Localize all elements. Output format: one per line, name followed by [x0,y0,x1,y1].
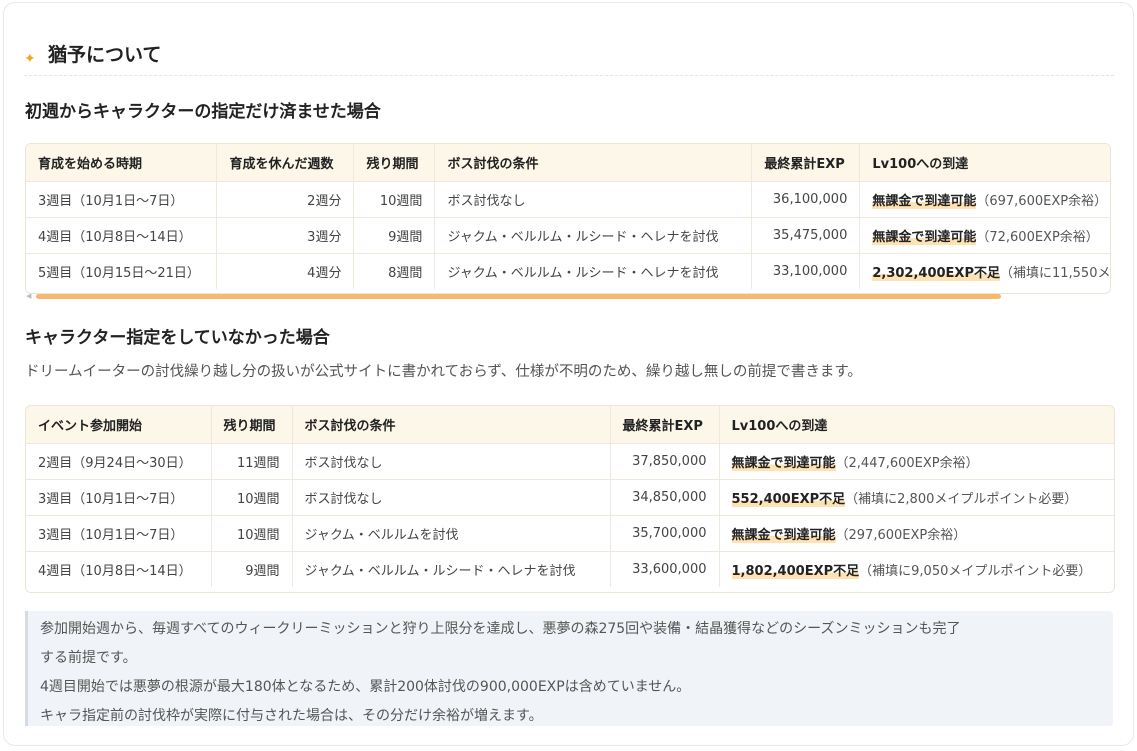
scroll-left-icon[interactable]: ◀ [26,292,31,300]
section-title: 猶予について [48,44,162,66]
cell-start: 3週目（10月1日〜7日） [26,515,212,552]
col-header: 育成を休んだ週数 [216,144,355,182]
case1-table: 育成を始める時期 育成を休んだ週数 残り期間 ボス討伐の条件 最終累計EXP L… [26,144,1111,289]
callout-line: キャラ指定前の討伐枠が実際に付与された場合は、その分だけ余裕が増えます。 [40,708,543,724]
cell-exp: 36,100,000 [751,181,861,218]
cell-boss: ジャクム・ベルルム・ルシード・ヘレナを討伐 [434,217,753,254]
reach-note: （2,447,600EXP余裕） [835,455,979,471]
table-row: 4週目（10月8日〜14日） 3週分 9週間 ジャクム・ベルルム・ルシード・ヘレ… [26,217,1110,254]
col-header: 残り期間 [353,144,436,182]
reach-status: 1,802,400EXP不足 [731,563,860,579]
cell-remain: 8週間 [353,253,436,289]
col-header: Lv100への到達 [719,406,1114,444]
cell-remain: 10週間 [353,181,436,218]
cell-exp: 33,100,000 [751,253,861,289]
col-header: イベント参加開始 [26,406,212,444]
cell-boss: ジャクム・ベルルムを討伐 [292,515,611,552]
cell-start: 3週目（10月1日〜7日） [26,181,218,218]
reach-status: 無課金で到達可能 [731,455,836,471]
cell-remain: 9週間 [211,551,293,587]
cell-reach: 無課金で到達可能（697,600EXP余裕） [859,181,1110,218]
cell-reach: 無課金で到達可能（72,600EXP余裕） [859,217,1110,254]
cell-rest: 3週分 [216,217,355,254]
callout-line: する前提です。 [40,650,137,666]
scrollbar-thumb[interactable] [36,294,1001,299]
case1-heading: 初週からキャラクターの指定だけ済ませた場合 [25,102,381,122]
cell-reach: 552,400EXP不足（補填に2,800メイプルポイント必要） [719,479,1114,516]
cell-reach: 1,802,400EXP不足（補填に9,050メイプルポイント必要） [719,551,1114,587]
reach-note: （補填に11,550メ [999,265,1111,281]
case2-table: イベント参加開始 残り期間 ボス討伐の条件 最終累計EXP Lv100への到達 … [26,406,1114,587]
cell-rest: 2週分 [216,181,355,218]
table-row: 2週目（9月24日〜30日） 11週間 ボス討伐なし 37,850,000 無課… [26,443,1114,480]
cell-exp: 35,700,000 [610,515,720,552]
case2-description: ドリームイーターの討伐繰り越し分の扱いが公式サイトに書かれておらず、仕様が不明の… [25,364,862,380]
col-header: Lv100への到達 [859,144,1110,182]
section-header: ✦ 猶予について [24,42,1114,76]
cell-exp: 35,475,000 [751,217,861,254]
reach-status: 2,302,400EXP不足 [872,265,1000,281]
cell-remain: 10週間 [211,479,293,516]
reach-status: 無課金で到達可能 [872,193,977,209]
cell-reach: 無課金で到達可能（297,600EXP余裕） [719,515,1114,552]
cell-boss: ジャクム・ベルルム・ルシード・ヘレナを討伐 [292,551,611,587]
col-header: 育成を始める時期 [26,144,218,182]
callout-line: 4週目開始では悪夢の根源が最大180体となるため、累計200体討伐の900,00… [40,679,691,695]
callout-line: 参加開始週から、毎週すべてのウィークリーミッションと狩り上限分を達成し、悪夢の森… [40,621,961,637]
reach-status: 552,400EXP不足 [731,491,846,507]
reach-note: （補填に9,050メイプルポイント必要） [859,563,1092,579]
table-row: 3週目（10月1日〜7日） 10週間 ジャクム・ベルルムを討伐 35,700,0… [26,515,1114,552]
horizontal-scrollbar[interactable]: ◀ [26,292,1109,300]
cell-remain: 10週間 [211,515,293,552]
cell-reach: 2,302,400EXP不足（補填に11,550メ [859,253,1111,289]
table-header-row: イベント参加開始 残り期間 ボス討伐の条件 最終累計EXP Lv100への到達 [26,406,1114,444]
cell-exp: 33,600,000 [610,551,720,587]
reach-note: （補填に2,800メイプルポイント必要） [845,491,1078,507]
cell-exp: 34,850,000 [610,479,720,516]
col-header: 残り期間 [211,406,293,444]
cell-boss: ボス討伐なし [292,479,611,516]
cell-reach: 無課金で到達可能（2,447,600EXP余裕） [719,443,1114,480]
table-row: 4週目（10月8日〜14日） 9週間 ジャクム・ベルルム・ルシード・ヘレナを討伐… [26,551,1114,587]
col-header: ボス討伐の条件 [434,144,753,182]
cell-boss: ジャクム・ベルルム・ルシード・ヘレナを討伐 [434,253,753,289]
cell-start: 5週目（10月15日〜21日） [26,253,218,289]
reach-note: （72,600EXP余裕） [976,229,1099,245]
cell-start: 4週目（10月8日〜14日） [26,217,218,254]
cell-remain: 9週間 [353,217,436,254]
reach-note: （297,600EXP余裕） [835,527,967,543]
reach-status: 無課金で到達可能 [731,527,836,543]
cell-start: 4週目（10月8日〜14日） [26,551,212,587]
case2-table-wrap: イベント参加開始 残り期間 ボス討伐の条件 最終累計EXP Lv100への到達 … [25,405,1115,593]
reach-note: （697,600EXP余裕） [976,193,1108,209]
cell-boss: ボス討伐なし [292,443,611,480]
table-row: 3週目（10月1日〜7日） 10週間 ボス討伐なし 34,850,000 552… [26,479,1114,516]
cell-exp: 37,850,000 [610,443,720,480]
table-row: 3週目（10月1日〜7日） 2週分 10週間 ボス討伐なし 36,100,000… [26,181,1110,218]
reach-status: 無課金で到達可能 [872,229,977,245]
cell-start: 3週目（10月1日〜7日） [26,479,212,516]
case2-heading: キャラクター指定をしていなかった場合 [25,328,330,348]
col-header: 最終累計EXP [751,144,861,182]
cell-rest: 4週分 [216,253,355,289]
col-header: 最終累計EXP [610,406,720,444]
col-header: ボス討伐の条件 [292,406,611,444]
table-row: 5週目（10月15日〜21日） 4週分 8週間 ジャクム・ベルルム・ルシード・ヘ… [26,253,1111,289]
sparkle-icon: ✦ [24,51,36,67]
cell-remain: 11週間 [211,443,293,480]
cell-boss: ボス討伐なし [434,181,753,218]
case1-table-scroll[interactable]: 育成を始める時期 育成を休んだ週数 残り期間 ボス討伐の条件 最終累計EXP L… [25,143,1111,294]
table-header-row: 育成を始める時期 育成を休んだ週数 残り期間 ボス討伐の条件 最終累計EXP L… [26,144,1110,182]
note-callout: 参加開始週から、毎週すべてのウィークリーミッションと狩り上限分を達成し、悪夢の森… [25,611,1113,726]
cell-start: 2週目（9月24日〜30日） [26,443,212,480]
